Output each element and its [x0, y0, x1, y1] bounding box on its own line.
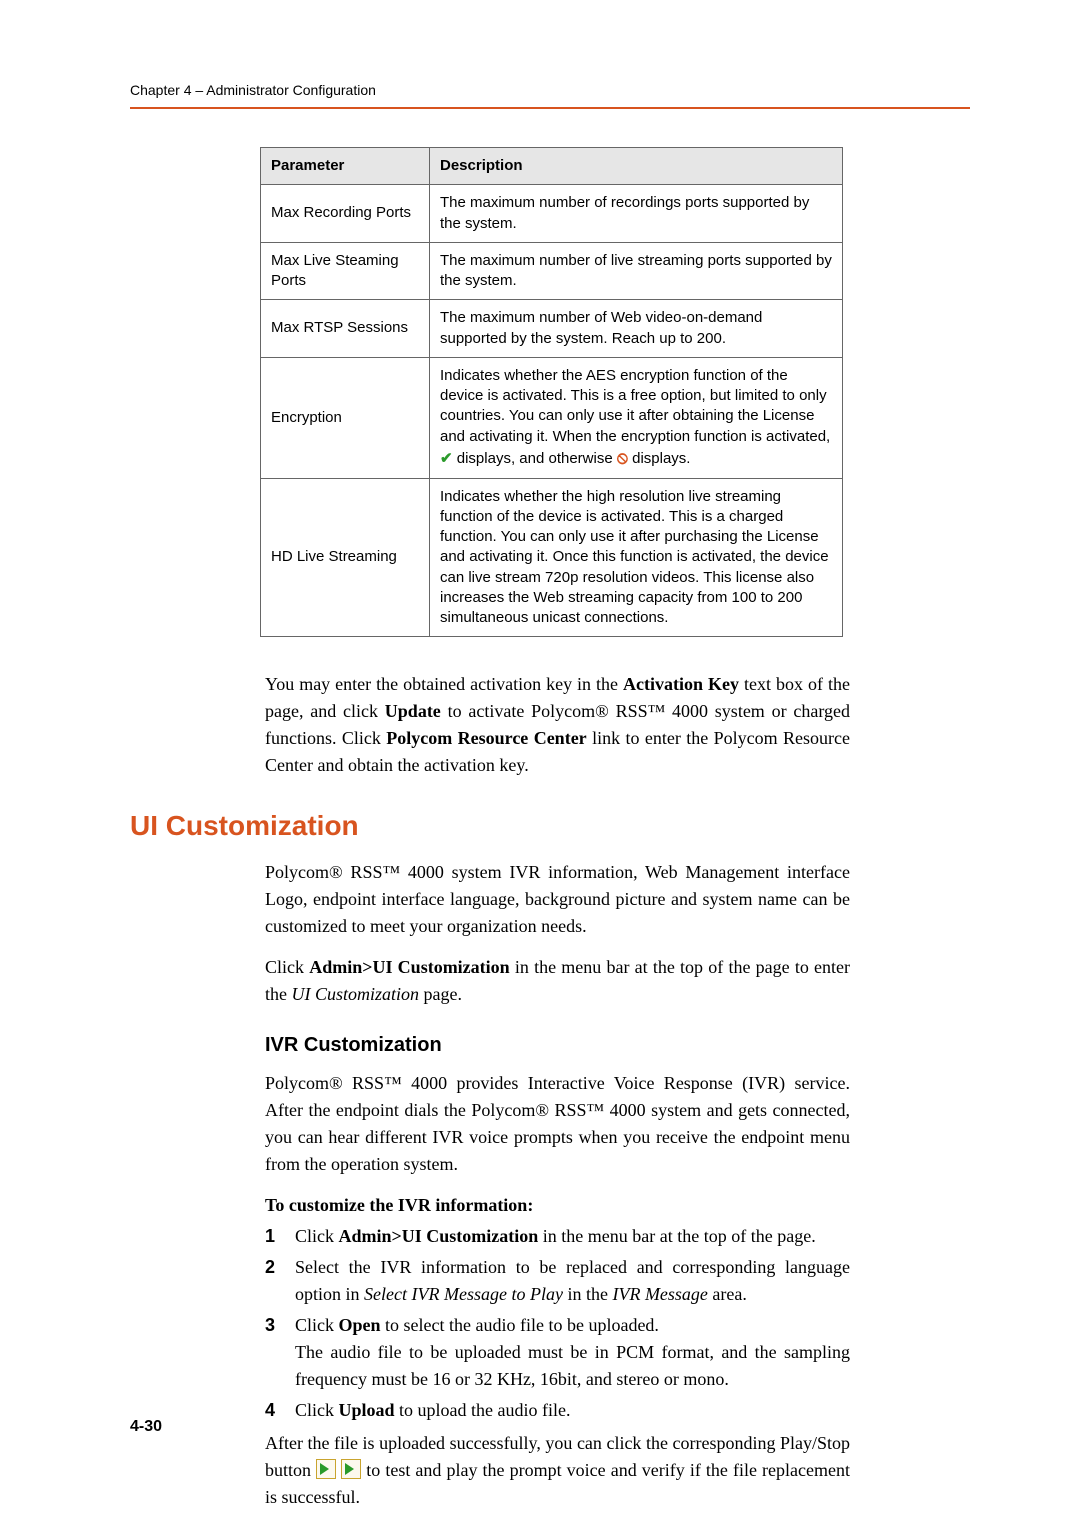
cell-desc: Indicates whether the AES encryption fun…: [430, 357, 843, 478]
text-italic: IVR Message: [612, 1284, 707, 1304]
col-description: Description: [430, 148, 843, 185]
text: Click: [295, 1400, 339, 1420]
text-bold: Polycom Resource Center: [386, 728, 586, 748]
step-number: 3: [265, 1312, 295, 1393]
table-row: Max Recording Ports The maximum number o…: [261, 185, 843, 243]
desc-text: displays, and otherwise: [457, 450, 617, 467]
page-number: 4-30: [130, 1415, 162, 1439]
step-number: 2: [265, 1254, 295, 1308]
chapter-header: Chapter 4 – Administrator Configuration: [130, 80, 970, 101]
desc-text: Indicates whether the AES encryption fun…: [440, 367, 830, 445]
prohibited-icon: ⦸: [617, 448, 628, 467]
step-item: 4 Click Upload to upload the audio file.: [265, 1397, 850, 1424]
step-number: 4: [265, 1397, 295, 1424]
step-item: 2 Select the IVR information to be repla…: [265, 1254, 850, 1308]
text: Polycom® RSS™ 4000 provides Interactive …: [265, 1070, 850, 1178]
table-row: Max RTSP Sessions The maximum number of …: [261, 300, 843, 358]
text: to upload the audio file.: [395, 1400, 571, 1420]
text: The audio file to be uploaded must be in…: [295, 1342, 850, 1389]
text-bold: Open: [339, 1315, 381, 1335]
cell-param: HD Live Streaming: [261, 478, 430, 637]
step-item: 3 Click Open to select the audio file to…: [265, 1312, 850, 1393]
text: Click: [265, 957, 309, 977]
text-italic: UI Customization: [292, 984, 420, 1004]
text-bold: Admin>UI Customization: [309, 957, 509, 977]
cell-desc: The maximum number of live streaming por…: [430, 242, 843, 300]
cell-desc: The maximum number of Web video-on-deman…: [430, 300, 843, 358]
paragraph: You may enter the obtained activation ke…: [265, 671, 850, 779]
step-item: 1 Click Admin>UI Customization in the me…: [265, 1223, 850, 1250]
cell-param: Max Recording Ports: [261, 185, 430, 243]
text-italic: Select IVR Message to Play: [364, 1284, 563, 1304]
step-number: 1: [265, 1223, 295, 1250]
cell-param: Max RTSP Sessions: [261, 300, 430, 358]
cell-param: Max Live Steaming Ports: [261, 242, 430, 300]
text-bold: Activation Key: [623, 674, 739, 694]
text: in the menu bar at the top of the page.: [538, 1226, 815, 1246]
checkmark-icon: ✔: [440, 450, 453, 467]
text: page.: [419, 984, 462, 1004]
stop-icon: [341, 1459, 361, 1479]
parameter-table: Parameter Description Max Recording Port…: [260, 147, 843, 637]
text: area.: [708, 1284, 747, 1304]
section-heading: UI Customization: [130, 805, 970, 847]
paragraph: Polycom® RSS™ 4000 provides Interactive …: [265, 1070, 850, 1219]
text: You may enter the obtained activation ke…: [265, 674, 623, 694]
text: Click: [295, 1226, 339, 1246]
col-parameter: Parameter: [261, 148, 430, 185]
text: Polycom® RSS™ 4000 system IVR informatio…: [265, 859, 850, 940]
paragraph: Polycom® RSS™ 4000 system IVR informatio…: [265, 859, 850, 1008]
cell-desc: The maximum number of recordings ports s…: [430, 185, 843, 243]
play-icon: [316, 1459, 336, 1479]
text-bold: Update: [385, 701, 441, 721]
cell-param: Encryption: [261, 357, 430, 478]
subsection-heading: IVR Customization: [265, 1030, 970, 1060]
table-row: Encryption Indicates whether the AES enc…: [261, 357, 843, 478]
ordered-steps: 1 Click Admin>UI Customization in the me…: [265, 1223, 850, 1424]
steps-title: To customize the IVR information:: [265, 1192, 850, 1219]
table-header-row: Parameter Description: [261, 148, 843, 185]
table-row: HD Live Streaming Indicates whether the …: [261, 478, 843, 637]
text-bold: Upload: [339, 1400, 395, 1420]
text: Click: [295, 1315, 339, 1335]
table-row: Max Live Steaming Ports The maximum numb…: [261, 242, 843, 300]
text: in the: [563, 1284, 613, 1304]
desc-text: displays.: [632, 450, 690, 467]
cell-desc: Indicates whether the high resolution li…: [430, 478, 843, 637]
paragraph: After the file is uploaded successfully,…: [265, 1430, 850, 1511]
text-bold: Admin>UI Customization: [339, 1226, 539, 1246]
header-rule: [130, 107, 970, 109]
text: to select the audio file to be uploaded.: [381, 1315, 659, 1335]
